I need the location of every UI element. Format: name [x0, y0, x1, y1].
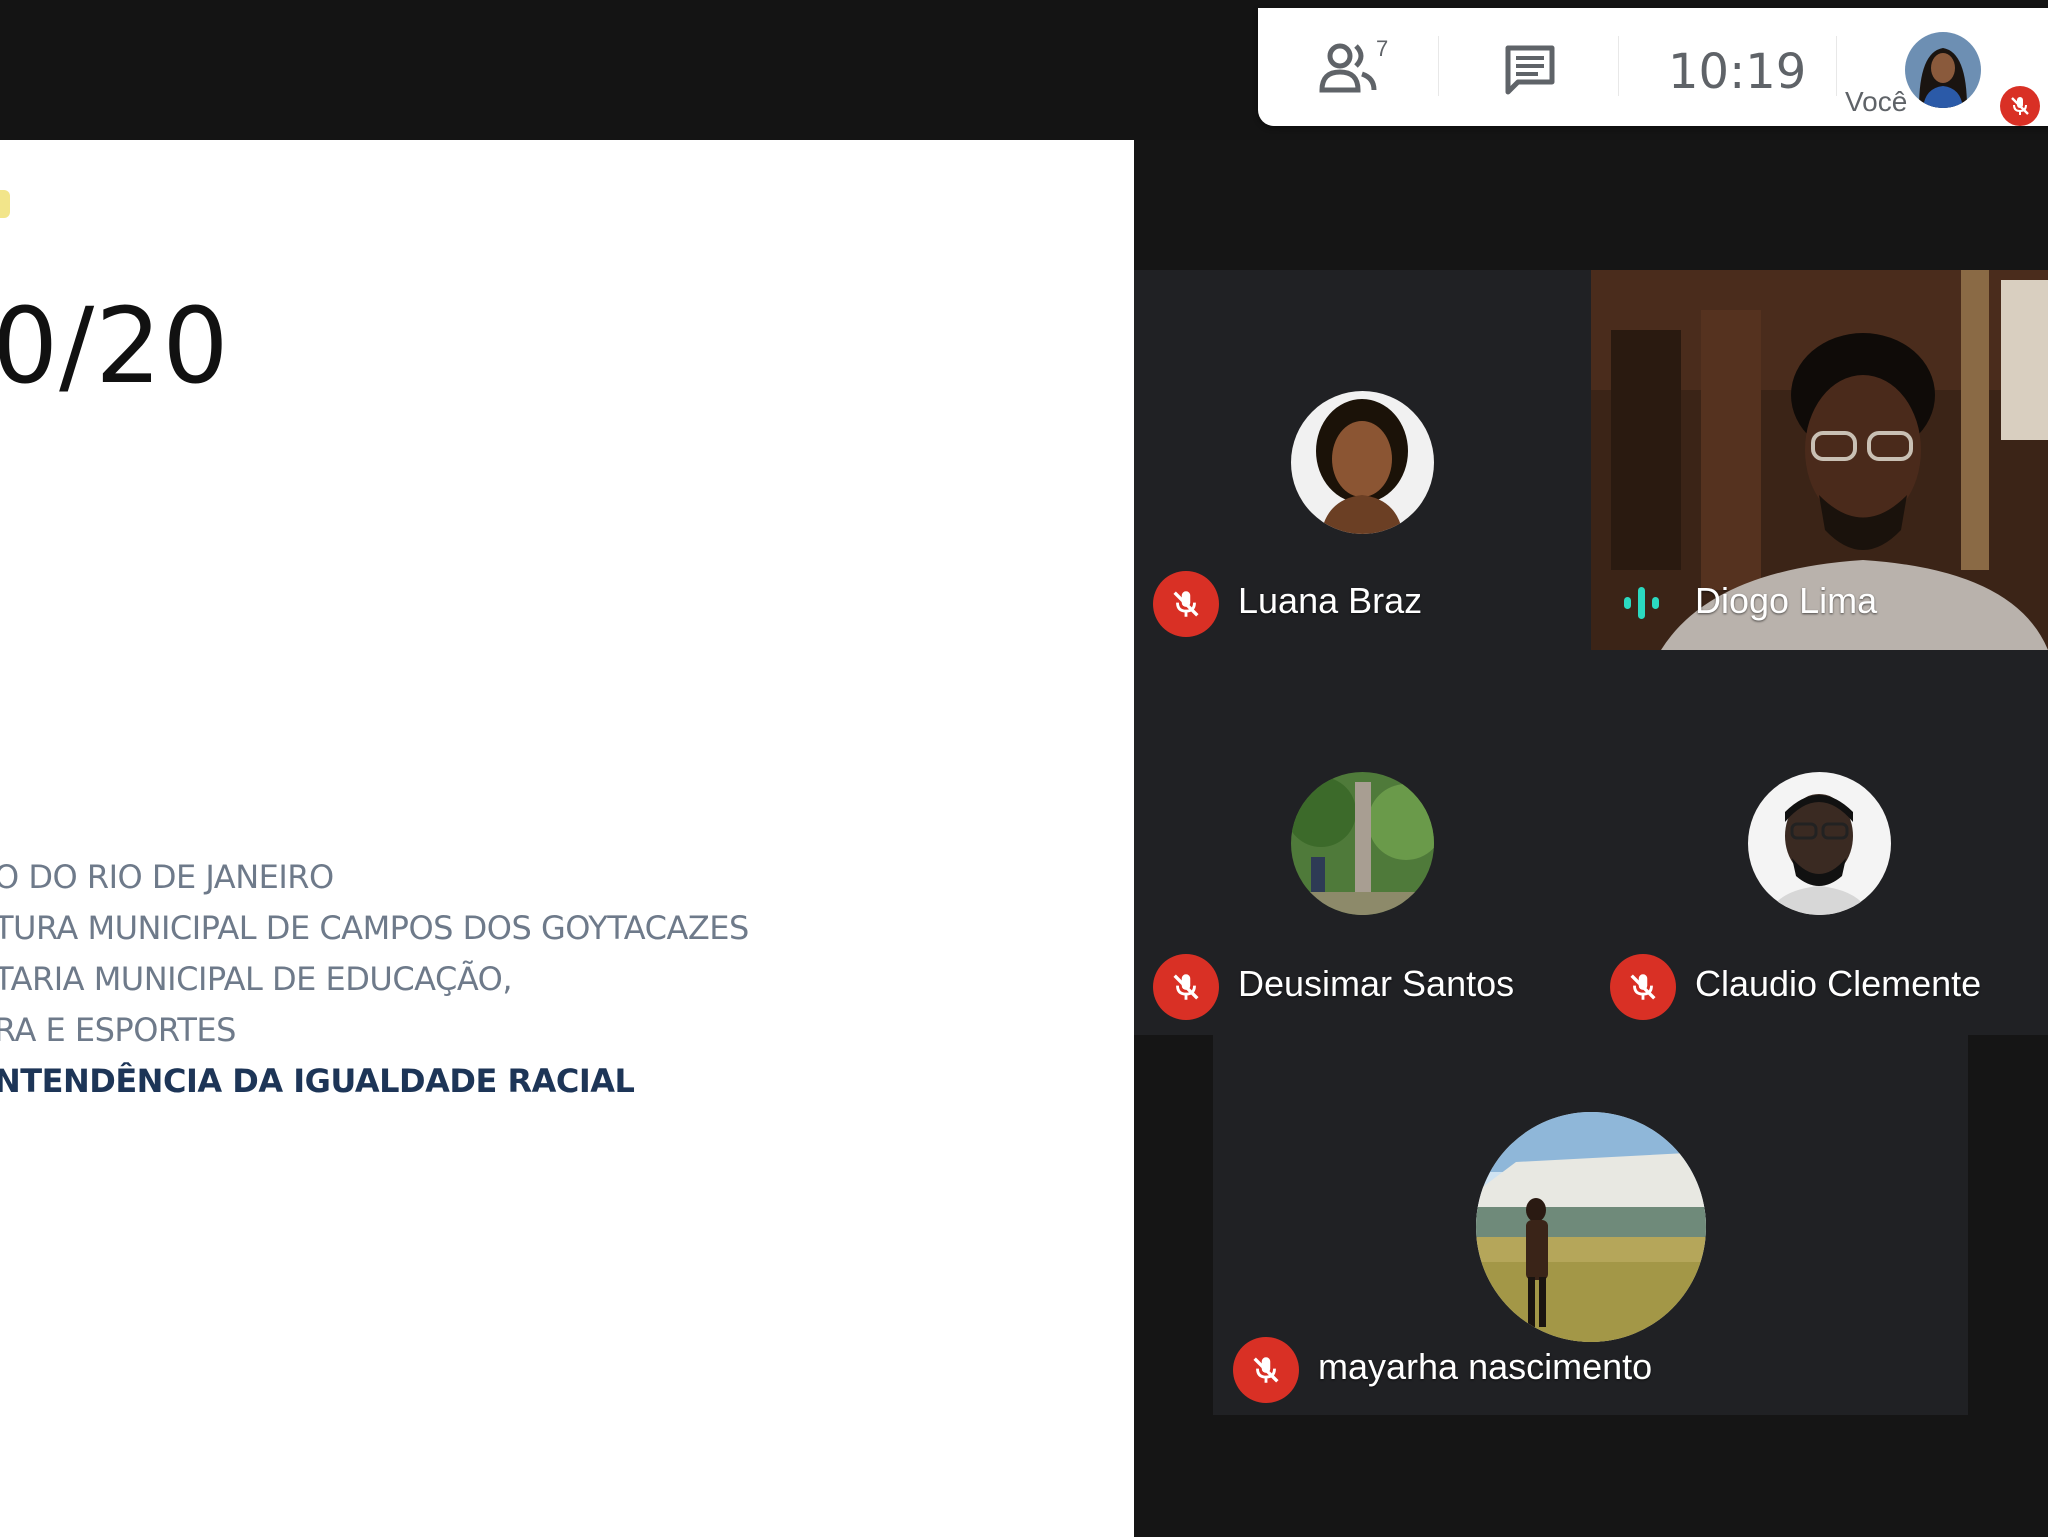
- chat-button[interactable]: [1502, 42, 1558, 98]
- mic-off-indicator: [1610, 954, 1676, 1020]
- mic-off-icon: [1630, 974, 1656, 1000]
- participant-avatar: [1291, 391, 1434, 534]
- participant-name: Claudio Clemente: [1695, 963, 1982, 1004]
- slide-institution-list: O DO RIO DE JANEIRO TURA MUNICIPAL DE CA…: [0, 852, 749, 1107]
- clock-time: 10:19: [1668, 44, 1807, 100]
- mic-off-icon: [2011, 97, 2029, 115]
- divider: [1836, 36, 1837, 96]
- participant-avatar: [1748, 772, 1891, 915]
- mic-off-icon: [1173, 974, 1199, 1000]
- speaking-indicator: [1620, 583, 1664, 623]
- participant-name: mayarha nascimento: [1318, 1346, 1653, 1387]
- participant-count: 7: [1376, 36, 1389, 61]
- slide-line: RA E ESPORTES: [0, 1011, 236, 1049]
- mic-off-indicator: [1153, 571, 1219, 637]
- slide-line: TARIA MUNICIPAL DE EDUCAÇÃO,: [0, 960, 513, 998]
- slide-date: 0/20: [0, 285, 230, 407]
- audio-level-icon: [1624, 587, 1659, 619]
- self-mic-off-indicator: [2000, 86, 2040, 126]
- self-avatar[interactable]: [1905, 32, 1981, 108]
- participant-name: Diogo Lima: [1695, 580, 1878, 621]
- slide-line: O DO RIO DE JANEIRO: [0, 858, 334, 896]
- presentation-slide: 0/20 O DO RIO DE JANEIRO TURA MUNICIPAL …: [0, 140, 1134, 1537]
- mic-off-indicator: [1153, 954, 1219, 1020]
- chat-icon: [1505, 45, 1555, 95]
- divider: [1618, 36, 1619, 96]
- participant-avatar: [1476, 1112, 1706, 1342]
- self-label: Você: [1845, 86, 1908, 117]
- participant-name: Luana Braz: [1238, 580, 1423, 621]
- slide-line-highlight: NTENDÊNCIA DA IGUALDADE RACIAL: [0, 1062, 635, 1100]
- mic-off-icon: [1253, 1357, 1279, 1383]
- divider: [1438, 36, 1439, 96]
- mic-off-icon: [1173, 591, 1199, 617]
- participant-avatar: [1291, 772, 1434, 915]
- slide-decoration: [0, 190, 10, 218]
- mic-off-indicator: [1233, 1337, 1299, 1403]
- participant-name: Deusimar Santos: [1238, 963, 1515, 1004]
- meeting-controls: 7 10:19 Você: [1258, 8, 2048, 126]
- slide-line: TURA MUNICIPAL DE CAMPOS DOS GOYTACAZES: [0, 909, 749, 947]
